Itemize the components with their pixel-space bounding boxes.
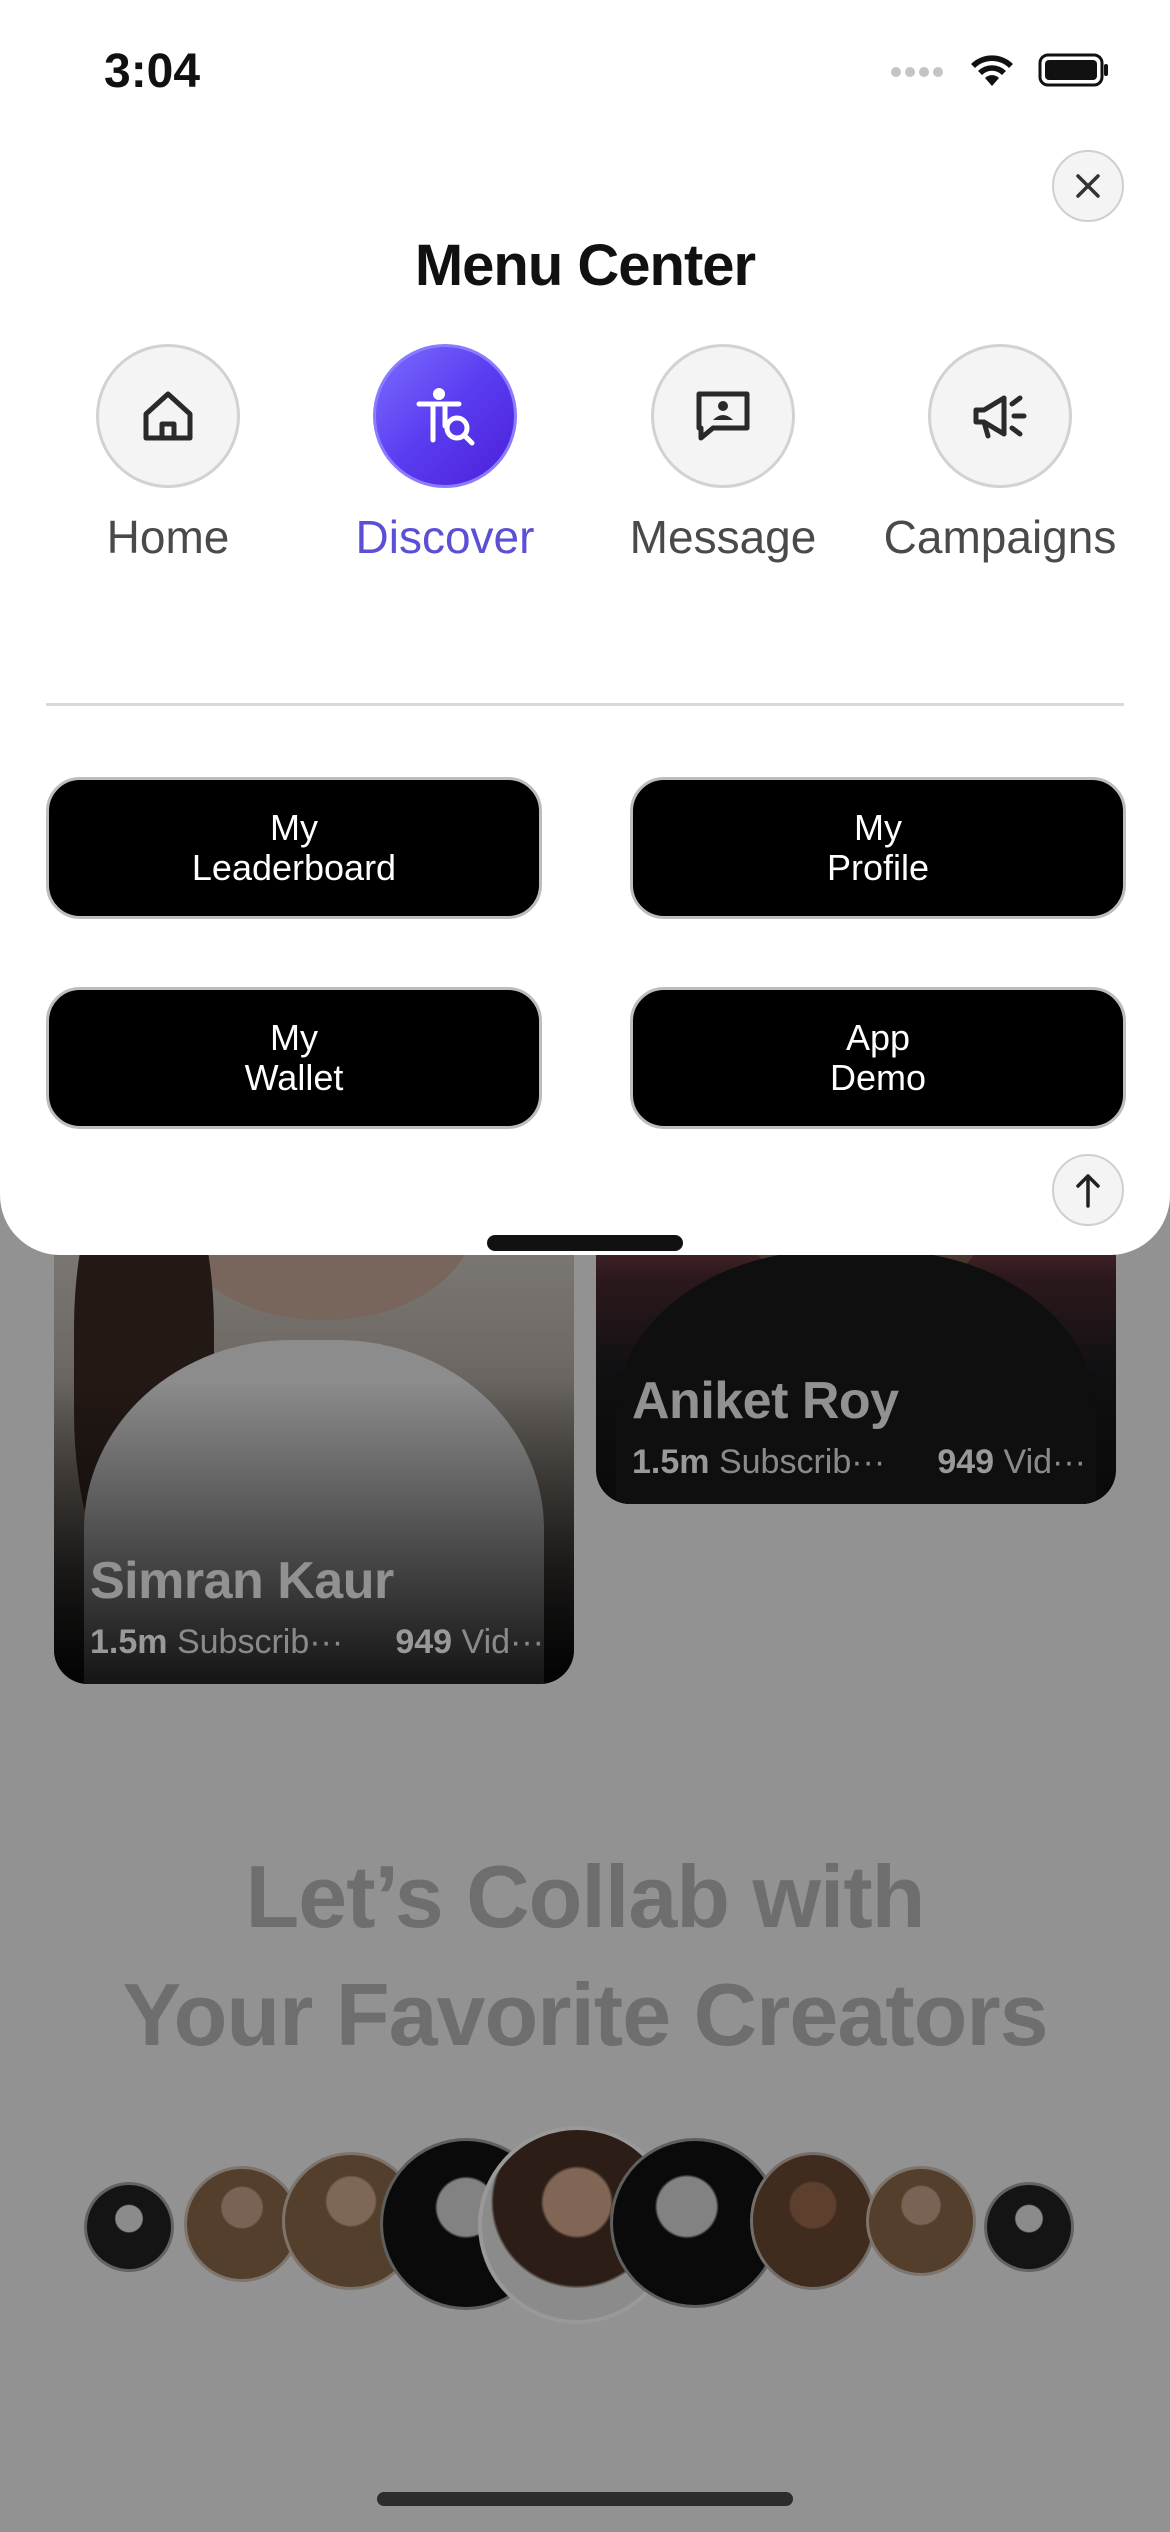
arrow-up-icon [1076, 1174, 1100, 1208]
nav-label: Discover [355, 511, 535, 563]
wifi-icon [971, 55, 1013, 86]
nav-item-discover[interactable]: Discover [315, 344, 575, 564]
my-wallet-button[interactable]: My Wallet [46, 987, 542, 1129]
button-line2: Wallet [244, 1057, 344, 1098]
status-time: 3:04 [104, 45, 201, 98]
my-leaderboard-button[interactable]: My Leaderboard [46, 777, 542, 919]
nav-circle [651, 344, 795, 488]
sheet-grabber[interactable] [487, 1235, 683, 1251]
close-icon [1076, 174, 1100, 198]
button-line2: Profile [826, 847, 930, 888]
nav-label: Message [629, 511, 817, 563]
menu-title: Menu Center [414, 233, 756, 298]
signal-icon [891, 67, 943, 77]
home-indicator [377, 2492, 793, 2506]
button-line2: Demo [829, 1057, 927, 1098]
nav-label: Campaigns [883, 511, 1117, 563]
my-profile-button[interactable]: My Profile [630, 777, 1126, 919]
app-demo-button[interactable]: App Demo [630, 987, 1126, 1129]
nav-circle [96, 344, 240, 488]
message-icon [696, 391, 750, 441]
nav-label: Home [106, 511, 230, 563]
nav-item-message[interactable]: Message [593, 344, 853, 564]
discover-icon [416, 388, 475, 446]
nav-item-home[interactable]: Home [38, 344, 298, 564]
button-line1: My [270, 1017, 318, 1058]
nav-circle [928, 344, 1072, 488]
nav-circle [373, 344, 517, 488]
collapse-button[interactable] [1052, 1154, 1124, 1226]
section-divider [46, 703, 1124, 706]
close-button[interactable] [1052, 150, 1124, 222]
status-icons [890, 52, 1110, 88]
button-line1: My [854, 807, 902, 848]
button-line2: Leaderboard [191, 847, 397, 888]
menu-nav: Home Discover Message Campaigns [0, 344, 1170, 574]
button-line1: App [845, 1017, 911, 1058]
battery-icon [1038, 53, 1108, 87]
home-icon [143, 391, 193, 441]
menu-sheet: 3:04 Menu Center Home Discover Message C… [0, 0, 1170, 1255]
nav-item-campaigns[interactable]: Campaigns [870, 344, 1130, 564]
button-line1: My [270, 807, 318, 848]
megaphone-icon [973, 395, 1027, 439]
